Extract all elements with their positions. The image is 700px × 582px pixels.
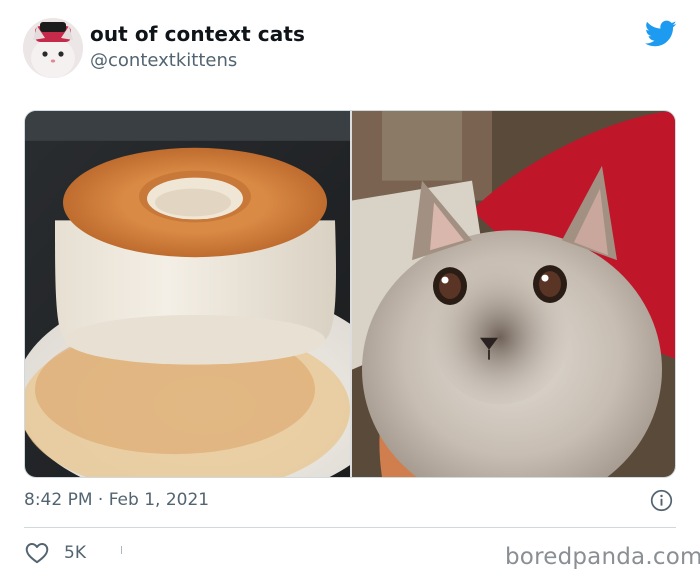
user-handle[interactable]: @contextkittens <box>90 50 237 71</box>
flan-photo[interactable] <box>25 111 350 477</box>
cat-avatar-icon <box>23 18 83 78</box>
cat-image <box>352 111 675 477</box>
avatar[interactable] <box>23 18 83 78</box>
tweet-media <box>24 110 676 478</box>
tweet-timestamp[interactable]: 8:42 PM · Feb 1, 2021 <box>24 490 209 510</box>
info-icon[interactable] <box>650 489 673 512</box>
divider <box>24 527 676 528</box>
flan-image <box>25 111 350 477</box>
source-watermark: boredpanda.com <box>505 544 700 570</box>
like-count: 5K <box>64 543 86 563</box>
cat-photo[interactable] <box>352 111 675 477</box>
twitter-bird-icon[interactable] <box>645 20 677 48</box>
display-name[interactable]: out of context cats <box>90 22 305 46</box>
heart-icon <box>25 543 49 564</box>
tweet-card: out of context cats @contextkittens 8:42… <box>0 0 700 582</box>
separator-mark <box>121 546 122 554</box>
like-button[interactable]: 5K <box>24 540 86 566</box>
